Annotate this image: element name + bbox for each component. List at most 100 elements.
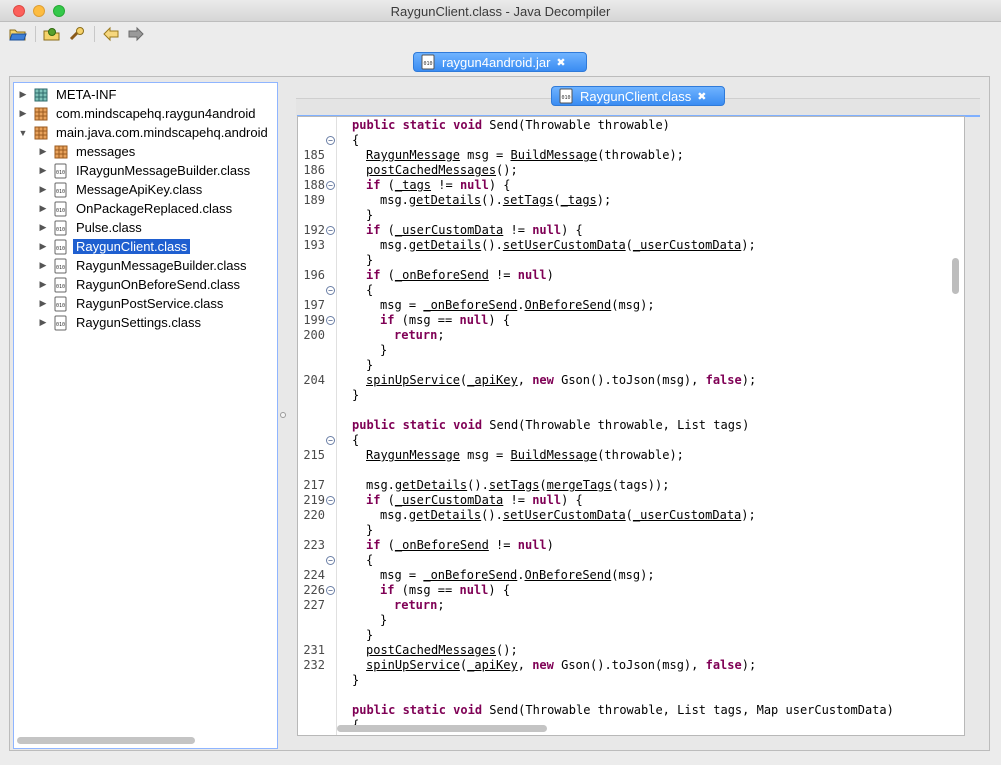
code-link[interactable]: OnBeforeSend — [525, 568, 612, 582]
open-type-button[interactable] — [42, 24, 62, 44]
fold-toggle-icon[interactable]: − — [326, 181, 335, 190]
collapsed-arrow-icon[interactable]: ▶ — [37, 165, 49, 176]
fold-toggle-icon[interactable]: − — [326, 586, 335, 595]
code-text: msg.getDetails().setUserCustomData(_user… — [380, 238, 756, 253]
fold-toggle-icon[interactable]: − — [326, 226, 335, 235]
code-link[interactable]: RaygunMessage — [366, 448, 460, 462]
tree-item[interactable]: ▶ messages — [37, 142, 138, 161]
code-link[interactable]: _userCustomData — [395, 493, 503, 507]
code-link[interactable]: setUserCustomData — [503, 238, 626, 252]
tab-raygunclient-class[interactable]: 010 RaygunClient.class ✖ — [551, 86, 725, 106]
code-link[interactable]: getDetails — [409, 238, 481, 252]
tree-item[interactable]: ▶ 010 RaygunPostService.class — [37, 294, 226, 313]
code-token: } — [380, 613, 388, 627]
collapsed-arrow-icon[interactable]: ▶ — [37, 146, 49, 157]
close-tab-icon[interactable]: ✖ — [697, 90, 706, 103]
code-link[interactable]: RaygunMessage — [366, 148, 460, 162]
source-editor[interactable]: public static void Send(Throwable throwa… — [297, 116, 965, 736]
search-button[interactable] — [67, 24, 87, 44]
editor-horizontal-scrollbar[interactable] — [337, 725, 547, 732]
code-link[interactable]: _tags — [561, 193, 597, 207]
code-text: if (msg == null) { — [380, 313, 510, 328]
class-tree[interactable]: ▶ META-INF ▶ com.mindscapehq.raygun4android… — [13, 82, 278, 749]
fold-toggle-icon[interactable]: − — [326, 436, 335, 445]
code-link[interactable]: _apiKey — [467, 658, 518, 672]
tree-item[interactable]: ▶ META-INF — [17, 85, 119, 104]
tree-item[interactable]: ▶ com.mindscapehq.raygun4android — [17, 104, 258, 123]
window-title: RaygunClient.class - Java Decompiler — [390, 4, 611, 19]
tree-item[interactable]: ▶ 010 RaygunSettings.class — [37, 313, 204, 332]
collapsed-arrow-icon[interactable]: ▶ — [37, 260, 49, 271]
collapsed-arrow-icon[interactable]: ▶ — [17, 108, 29, 119]
code-link[interactable]: postCachedMessages — [366, 163, 496, 177]
tree-item[interactable]: ▶ 010 IRaygunMessageBuilder.class — [37, 161, 253, 180]
tree-item[interactable]: ▼ main.java.com.mindscapehq.android — [17, 123, 271, 142]
collapsed-arrow-icon[interactable]: ▶ — [37, 222, 49, 233]
code-token: (msg == — [394, 313, 460, 327]
fold-toggle-icon[interactable]: − — [326, 496, 335, 505]
line-number: 185 — [303, 148, 325, 162]
line-number: 215 — [303, 448, 325, 462]
editor-vertical-scrollbar[interactable] — [952, 258, 959, 294]
tree-item[interactable]: ▶ 010 RaygunOnBeforeSend.class — [37, 275, 243, 294]
collapsed-arrow-icon[interactable]: ▶ — [37, 317, 49, 328]
code-link[interactable]: setTags — [489, 478, 540, 492]
code-link[interactable]: _tags — [395, 178, 431, 192]
code-link[interactable]: mergeTags — [547, 478, 612, 492]
code-link[interactable]: BuildMessage — [511, 448, 598, 462]
tree-item[interactable]: ▶ 010 RaygunMessageBuilder.class — [37, 256, 250, 275]
collapsed-arrow-icon[interactable]: ▶ — [37, 184, 49, 195]
tree-item[interactable]: ▶ 010 OnPackageReplaced.class — [37, 199, 235, 218]
open-file-button[interactable] — [8, 24, 28, 44]
class-file-icon: 010 — [53, 315, 69, 331]
collapsed-arrow-icon[interactable]: ▶ — [17, 89, 29, 100]
expanded-arrow-icon[interactable]: ▼ — [17, 128, 29, 138]
code-link[interactable]: getDetails — [395, 478, 467, 492]
code-link[interactable]: _onBeforeSend — [423, 568, 517, 582]
code-link[interactable]: spinUpService — [366, 373, 460, 387]
code-link[interactable]: _userCustomData — [633, 238, 741, 252]
code-link[interactable]: _userCustomData — [633, 508, 741, 522]
collapsed-arrow-icon[interactable]: ▶ — [37, 279, 49, 290]
tree-horizontal-scrollbar[interactable] — [17, 737, 195, 744]
code-token: ) { — [561, 223, 583, 237]
code-text: return; — [394, 598, 445, 613]
close-tab-icon[interactable]: ✖ — [556, 56, 565, 69]
tree-item[interactable]: ▶ 010 RaygunClient.class — [37, 237, 191, 256]
collapsed-arrow-icon[interactable]: ▶ — [37, 241, 49, 252]
code-link[interactable]: OnBeforeSend — [525, 298, 612, 312]
code-line: } — [298, 613, 958, 628]
fold-toggle-icon[interactable]: − — [326, 316, 335, 325]
code-link[interactable]: getDetails — [409, 193, 481, 207]
code-link[interactable]: _apiKey — [467, 373, 518, 387]
code-link[interactable]: _onBeforeSend — [423, 298, 517, 312]
code-token: Send(Throwable throwable, List tags) — [489, 418, 750, 432]
code-link[interactable]: postCachedMessages — [366, 643, 496, 657]
forward-button[interactable] — [126, 24, 146, 44]
code-token: (). — [467, 478, 489, 492]
fold-toggle-icon[interactable]: − — [326, 286, 335, 295]
code-link[interactable]: _onBeforeSend — [395, 538, 489, 552]
tab-raygun4android-jar[interactable]: 010 raygun4android.jar ✖ — [413, 52, 587, 72]
fold-toggle-icon[interactable]: − — [326, 556, 335, 565]
tree-item[interactable]: ▶ 010 Pulse.class — [37, 218, 145, 237]
collapsed-arrow-icon[interactable]: ▶ — [37, 203, 49, 214]
code-link[interactable]: getDetails — [409, 508, 481, 522]
code-link[interactable]: spinUpService — [366, 658, 460, 672]
tree-item[interactable]: ▶ 010 MessageApiKey.class — [37, 180, 205, 199]
code-link[interactable]: BuildMessage — [511, 148, 598, 162]
line-number: 227 — [303, 598, 325, 612]
code-text: } — [366, 628, 373, 643]
collapsed-arrow-icon[interactable]: ▶ — [37, 298, 49, 309]
tree-item-label: MessageApiKey.class — [76, 182, 203, 197]
code-token: msg. — [380, 508, 409, 522]
code-link[interactable]: _userCustomData — [395, 223, 503, 237]
fold-toggle-icon[interactable]: − — [326, 136, 335, 145]
code-token: ; — [437, 598, 445, 612]
package-icon — [33, 106, 49, 122]
code-link[interactable]: _onBeforeSend — [395, 268, 489, 282]
splitter-handle[interactable] — [280, 412, 286, 418]
code-link[interactable]: setUserCustomData — [503, 508, 626, 522]
back-button[interactable] — [101, 24, 121, 44]
code-link[interactable]: setTags — [503, 193, 554, 207]
